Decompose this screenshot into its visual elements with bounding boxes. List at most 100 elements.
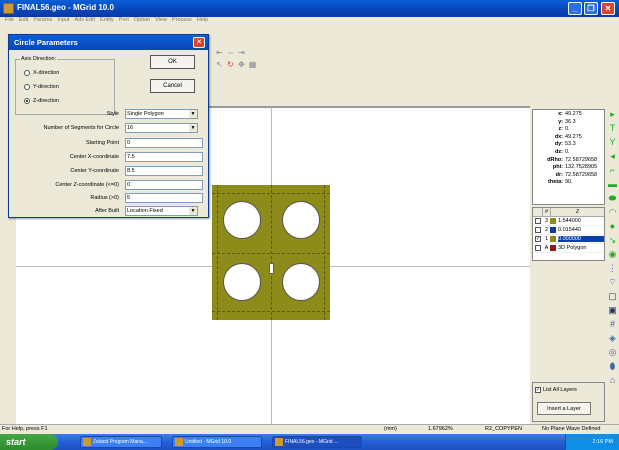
coord-row: theta: 90.: [548, 179, 573, 186]
layer-checkbox[interactable]: ✓: [535, 236, 541, 242]
rect-icon[interactable]: ▬: [608, 180, 617, 189]
dialog-close-button[interactable]: ✕: [193, 37, 205, 48]
move-icon[interactable]: ✥: [237, 60, 246, 69]
bend-icon[interactable]: ↘: [608, 236, 617, 245]
menu-entity[interactable]: Entity: [100, 17, 114, 23]
layer-checkbox[interactable]: [535, 218, 541, 224]
window-title-bar[interactable]: FINAL56.geo - MGrid 10.0 _ ❐ ✕: [0, 0, 619, 17]
layer-row[interactable]: 3 1.544000: [533, 217, 604, 226]
square-outline-icon[interactable]: ▢: [608, 292, 617, 301]
conductor-structure[interactable]: [212, 185, 330, 320]
arc-icon[interactable]: ◠: [608, 208, 617, 217]
window-title: FINAL56.geo - MGrid 10.0: [17, 3, 114, 12]
center-z-input[interactable]: 0: [125, 180, 203, 190]
coord-row: y: 36.3: [558, 118, 576, 125]
menu-view[interactable]: View: [155, 17, 167, 23]
menu-input[interactable]: Input: [57, 17, 69, 23]
diamond-icon[interactable]: ◈: [608, 334, 617, 343]
circle-filled-icon[interactable]: ●: [608, 222, 617, 231]
layer-checkbox[interactable]: [535, 245, 541, 251]
style-select[interactable]: Single Polygon ▼: [125, 109, 198, 119]
radio-icon: [24, 84, 30, 90]
dialog-title[interactable]: Circle Parameters: [9, 35, 208, 50]
segments-label: Number of Segments for Circle: [43, 125, 120, 131]
spiral-icon[interactable]: ◎: [608, 348, 617, 357]
mesh-line: [271, 185, 272, 320]
cancel-button[interactable]: Cancel: [150, 79, 195, 93]
cone-icon[interactable]: ⌔: [608, 278, 617, 287]
layer-row[interactable]: A 3D Polygon: [533, 244, 604, 253]
menu-file[interactable]: File: [5, 17, 14, 23]
radius-input[interactable]: 5: [125, 193, 203, 203]
arrow-icon[interactable]: ↖: [215, 60, 224, 69]
radio-icon: [24, 70, 30, 76]
task-untitled-mgrid[interactable]: Untitled - MGrid 10.0: [172, 436, 262, 448]
layer-color-swatch: [550, 227, 556, 233]
via-icon[interactable]: ⋮: [608, 264, 617, 273]
task-zeland-program-manager[interactable]: Zeland Program Mana...: [80, 436, 162, 448]
circle-hole[interactable]: [223, 201, 261, 239]
t-shape-icon[interactable]: T: [608, 124, 617, 133]
square-dot-icon[interactable]: ▣: [608, 306, 617, 315]
cylinder-icon[interactable]: ⬮: [608, 362, 617, 371]
layer-list-header: # Z: [533, 208, 604, 217]
axis-direction-group: Axis Direction: X-direction Y-direction …: [15, 56, 115, 115]
segments-select[interactable]: 16 ▼: [125, 123, 198, 133]
axis-direction-label: Axis Direction:: [20, 56, 58, 62]
menu-option[interactable]: Option: [134, 17, 150, 23]
menu-adv-edit[interactable]: Adv Edit: [75, 17, 95, 23]
port-marker[interactable]: [269, 263, 274, 274]
y-shape-icon[interactable]: Y: [608, 138, 617, 147]
center-z-label: Center Z-coordinate (<=0): [55, 182, 119, 188]
menu-params[interactable]: Params: [33, 17, 52, 23]
system-tray-clock[interactable]: 2:16 PM: [565, 434, 619, 450]
corner-icon[interactable]: ⌐: [608, 166, 617, 175]
center-y-input[interactable]: 8.5: [125, 166, 203, 176]
layer-row-selected[interactable]: ✓ 1 0.000000: [533, 235, 604, 244]
center-x-label: Center X-coordinate: [69, 154, 119, 160]
app-icon: [83, 438, 91, 446]
insert-layer-button[interactable]: Insert a Layer: [537, 402, 591, 415]
circle-hole[interactable]: [282, 263, 320, 301]
green-arrow-icon[interactable]: ▸: [608, 110, 617, 119]
chevron-down-icon: ▼: [189, 207, 197, 215]
close-button[interactable]: ✕: [601, 2, 615, 15]
grid-lines-icon[interactable]: #: [608, 320, 617, 329]
menu-port[interactable]: Port: [119, 17, 129, 23]
task-final56-mgrid[interactable]: FINAL56.geo - MGrid ...: [272, 436, 362, 448]
align-center-icon[interactable]: ⇔: [226, 48, 235, 57]
bridge-icon[interactable]: ⌂: [608, 376, 617, 385]
radio-x-direction[interactable]: X-direction: [24, 70, 59, 76]
layer-row[interactable]: 2 0.015440: [533, 226, 604, 235]
starting-point-input[interactable]: 0: [125, 138, 203, 148]
radio-y-direction[interactable]: Y-direction: [24, 84, 59, 90]
list-all-layers-checkbox[interactable]: ✓ List All Layers: [535, 387, 577, 393]
minimize-button[interactable]: _: [568, 2, 582, 15]
arrow-left-icon[interactable]: ◂: [608, 152, 617, 161]
center-x-input[interactable]: 7.5: [125, 152, 203, 162]
center-y-label: Center Y-coordinate: [70, 168, 119, 174]
grid-icon[interactable]: ▦: [248, 60, 257, 69]
after-built-select[interactable]: Location Fixed ▼: [125, 206, 198, 216]
menu-process[interactable]: Process: [172, 17, 192, 23]
oval-icon[interactable]: ⬬: [608, 194, 617, 203]
rotate-icon[interactable]: ↻: [226, 60, 235, 69]
start-button[interactable]: start: [0, 434, 58, 450]
layer-checkbox[interactable]: [535, 227, 541, 233]
menu-help[interactable]: Help: [197, 17, 208, 23]
coord-row: dz: 0.: [555, 148, 570, 155]
circle-hole[interactable]: [223, 263, 261, 301]
status-zoom: 1.67962%: [428, 426, 453, 432]
menu-edit[interactable]: Edit: [19, 17, 28, 23]
checkbox-icon[interactable]: ✓: [535, 387, 541, 393]
after-built-label: After Built: [95, 208, 119, 214]
align-right-icon[interactable]: ⇥: [237, 48, 246, 57]
circle-hole[interactable]: [282, 201, 320, 239]
maximize-button[interactable]: ❐: [584, 2, 598, 15]
layer-list[interactable]: # Z 3 1.544000 2 0.015440 ✓ 1 0.000000 A 3D P…: [532, 207, 605, 261]
radio-z-direction[interactable]: Z-direction: [24, 98, 59, 104]
ring-icon[interactable]: ◉: [608, 250, 617, 259]
ok-button[interactable]: OK: [150, 55, 195, 69]
circle-parameters-dialog: Circle Parameters ✕ Axis Direction: X-di…: [8, 34, 209, 218]
align-left-icon[interactable]: ⇤: [215, 48, 224, 57]
